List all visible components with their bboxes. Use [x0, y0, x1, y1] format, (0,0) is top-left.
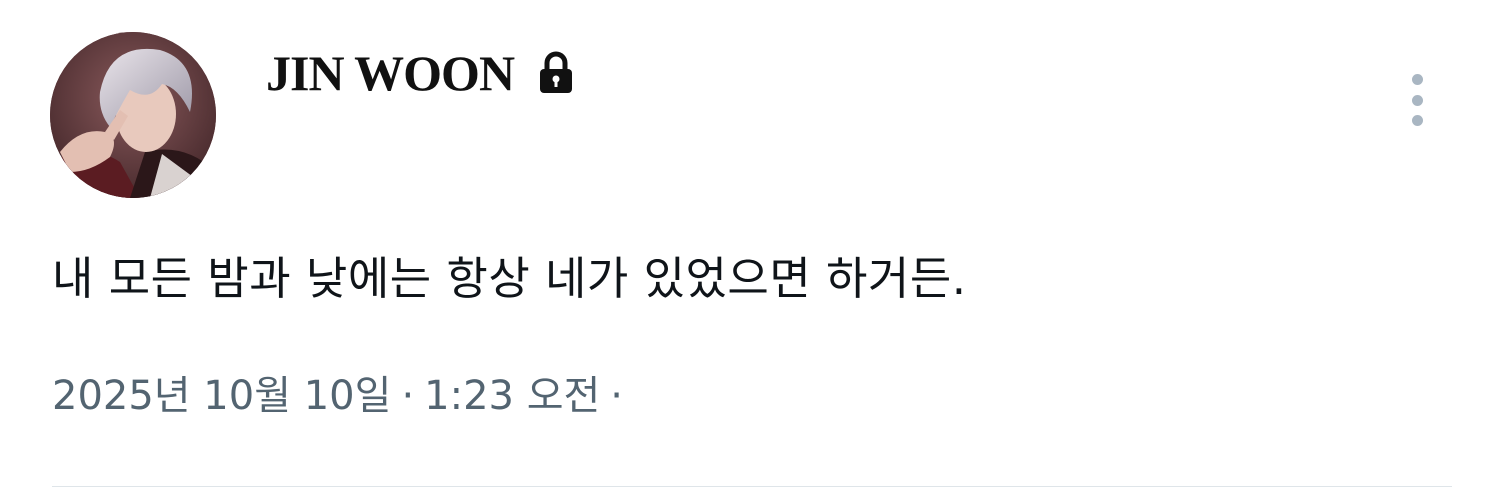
user-name-row: JIN WOON — [266, 38, 576, 108]
more-vertical-icon-dot — [1411, 94, 1423, 106]
tweet-text: 내 모든 밤과 낮에는 항상 네가 있었으면 하거든. — [52, 252, 967, 305]
tweet-metadata: 2025년 10월 10일 · 1:23 오전 · — [52, 372, 633, 420]
tweet-date[interactable]: 2025년 10월 10일 — [52, 372, 391, 420]
more-options-button[interactable] — [1400, 68, 1434, 132]
more-vertical-icon-dot — [1411, 115, 1423, 126]
avatar[interactable] — [50, 32, 216, 198]
divider — [52, 486, 1452, 487]
display-name[interactable]: JIN WOON — [266, 48, 515, 98]
separator-dot: · — [401, 373, 415, 419]
tweet-card: JIN WOON 내 모든 밤과 낮에는 항상 네가 있었으면 하거든. 202… — [0, 0, 1500, 500]
more-vertical-icon — [1411, 74, 1423, 85]
separator-dot: · — [610, 373, 624, 419]
tweet-time[interactable]: 1:23 오전 — [424, 372, 600, 420]
avatar-image — [50, 32, 216, 198]
lock-icon — [536, 51, 576, 95]
